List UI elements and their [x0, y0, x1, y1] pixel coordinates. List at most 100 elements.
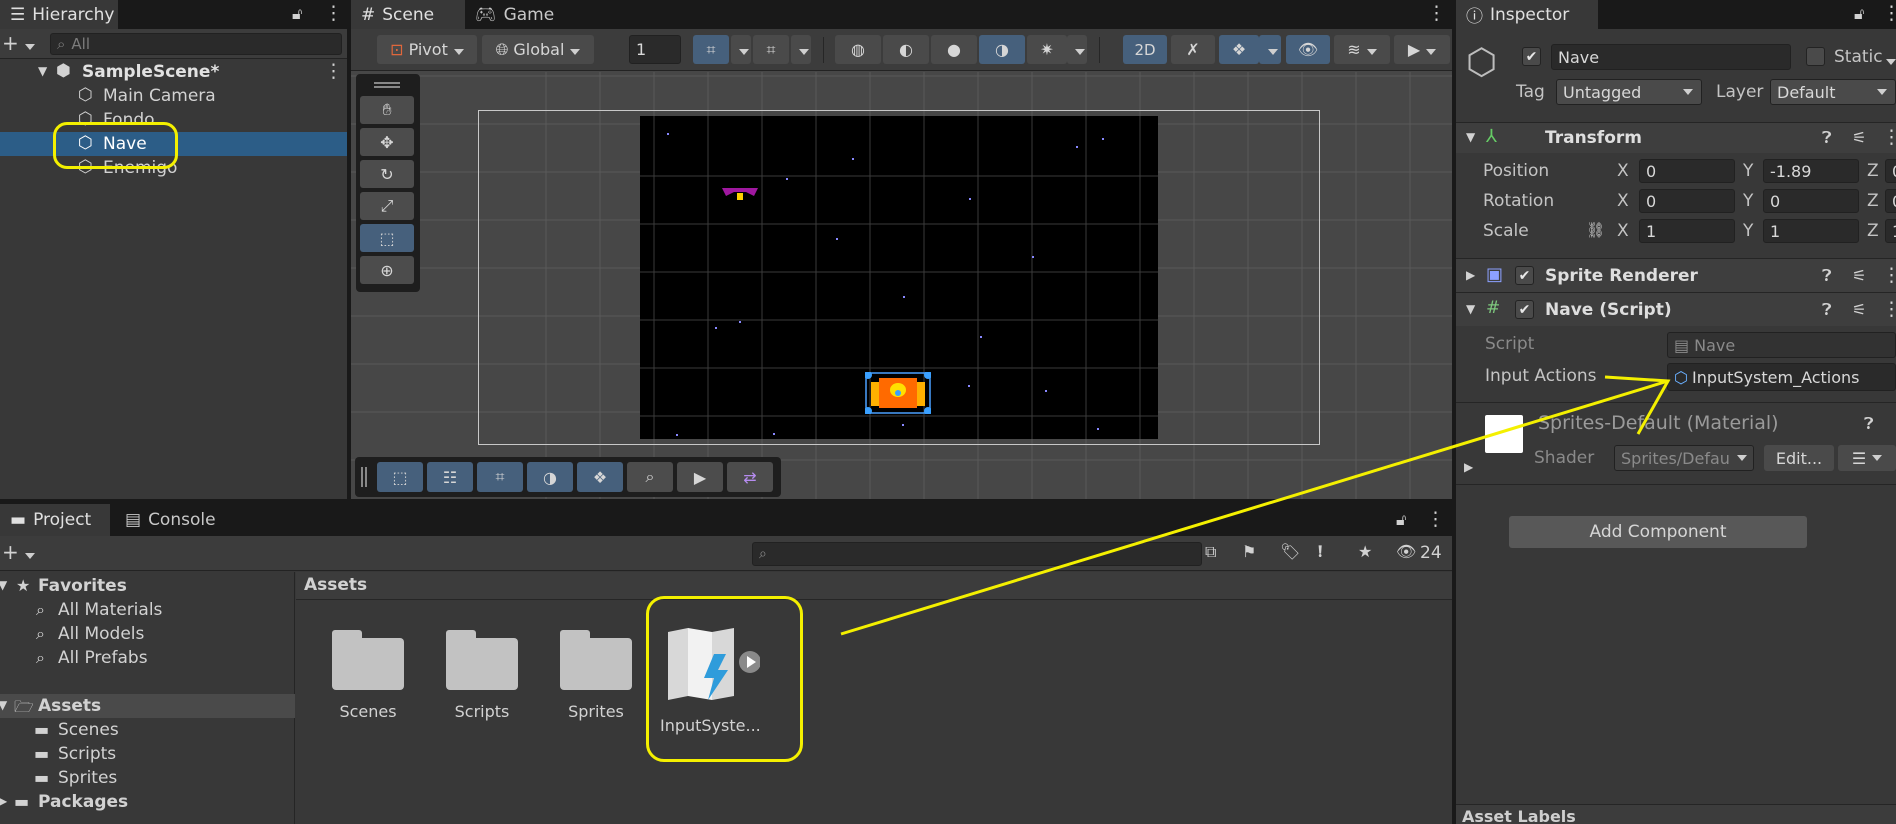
palette-drag-handle[interactable]	[374, 82, 400, 84]
help-icon[interactable]: ❓︎	[1822, 300, 1832, 320]
foldout-arrow-icon[interactable]: ▼	[1466, 302, 1475, 316]
rotate-tool-button[interactable]: ↻	[360, 160, 414, 188]
grid-snap-dropdown[interactable]	[731, 35, 751, 64]
more-menu-icon[interactable]: ⋮	[1882, 2, 1896, 24]
shader-dropdown[interactable]: Sprites/Defau	[1614, 445, 1754, 471]
active-checkbox[interactable]: ✔	[1522, 47, 1541, 66]
position-y-field[interactable]: -1.89	[1763, 159, 1859, 183]
object-name-field[interactable]: Nave	[1551, 44, 1791, 70]
lock-icon[interactable]: 🔓︎	[1396, 510, 1406, 530]
tab-inspector[interactable]: ⓘ Inspector	[1456, 0, 1598, 29]
tab-game[interactable]: 🎮︎ Game	[465, 0, 575, 29]
global-dropdown[interactable]: 🌐︎ Global	[482, 35, 594, 64]
rotation-z-field[interactable]: 0	[1885, 189, 1896, 213]
tab-hierarchy[interactable]: ☰ Hierarchy	[0, 0, 118, 29]
more-menu-icon[interactable]: ⋮	[1427, 2, 1446, 24]
scene-viewport[interactable]: ✋︎ ✥ ↻ ⤢ ⬚ ⊕ ⬚ ☷ ⌗ ◑ ❖ ⌕ ▶ ⇄	[351, 72, 1452, 499]
enemy-sprite[interactable]	[720, 186, 760, 202]
hierarchy-item-main-camera[interactable]: ⬡ Main Camera	[0, 84, 347, 108]
foldout-arrow-icon[interactable]: ▼	[1466, 130, 1475, 144]
rect-tool-button[interactable]: ⬚	[360, 224, 414, 252]
warning-filter-icon[interactable]: ❗︎	[1318, 542, 1322, 562]
lock-icon[interactable]: 🔓︎	[292, 4, 302, 24]
scene-menu-icon[interactable]: ⋮	[324, 60, 343, 82]
presets-icon[interactable]: ⚟	[1852, 300, 1866, 319]
hierarchy-search-input[interactable]: ⌕ All	[50, 33, 342, 55]
tab-console[interactable]: ▤ Console	[115, 504, 235, 536]
presets-icon[interactable]: ⚟	[1852, 128, 1866, 147]
sprite-renderer-enabled-checkbox[interactable]: ✔	[1515, 266, 1534, 285]
foldout-arrow-icon[interactable]: ▶	[0, 794, 7, 808]
debug-draw-button[interactable]: ✷	[1027, 35, 1067, 64]
wireframe-shading-button[interactable]: ◍	[835, 35, 881, 64]
tag-dropdown[interactable]: Untagged	[1556, 79, 1702, 105]
nave-script-enabled-checkbox[interactable]: ✔	[1515, 300, 1534, 319]
position-x-field[interactable]: 0	[1639, 159, 1735, 183]
search-view-button[interactable]: ⌕	[627, 462, 673, 492]
transform-tool-button[interactable]: ⊕	[360, 256, 414, 284]
assets-tree-row[interactable]: ▼ 🗁︎ Assets	[0, 694, 295, 718]
grid-view-button[interactable]: ⌗	[477, 462, 523, 492]
expand-arrow-icon[interactable]: ▼	[38, 64, 47, 78]
favorites-item-all-materials[interactable]: ⌕ All Materials	[0, 598, 295, 622]
tilemap-button[interactable]: ☷	[427, 462, 473, 492]
foldout-arrow-icon[interactable]: ▼	[0, 578, 7, 592]
move-tool-button[interactable]: ✥	[360, 128, 414, 156]
search-window-icon[interactable]: ⧉	[1205, 542, 1216, 562]
increment-snap-button[interactable]: ⌗	[753, 35, 789, 64]
lighting-view-button[interactable]: ◑	[527, 462, 573, 492]
layers-view-button[interactable]: ❖	[577, 462, 623, 492]
shaded-wireframe-button[interactable]: ◐	[883, 35, 929, 64]
scale-y-field[interactable]: 1	[1763, 219, 1859, 243]
lighting-toggle-button[interactable]: ✗	[1171, 35, 1215, 64]
assets-tree-item-scenes[interactable]: ▬ Scenes	[0, 718, 295, 742]
asset-labels-bar[interactable]: Asset Labels	[1456, 804, 1896, 824]
foldout-arrow-icon[interactable]: ▶	[1466, 268, 1475, 282]
material-options-dropdown[interactable]: ☰	[1838, 445, 1896, 471]
component-menu-icon[interactable]: ⋮	[1882, 126, 1896, 148]
grid-snap-button[interactable]: ⌗	[693, 35, 729, 64]
constrain-link-icon[interactable]: ⛓︎	[1586, 221, 1605, 239]
input-actions-field[interactable]: ⬡ InputSystem_Actions	[1667, 363, 1896, 391]
scale-tool-button[interactable]: ⤢	[360, 192, 414, 220]
foldout-arrow-icon[interactable]: ▼	[0, 698, 7, 712]
unlit-button[interactable]: ◑	[979, 35, 1025, 64]
foldout-arrow-icon[interactable]: ▶	[1464, 460, 1473, 474]
material-edit-button[interactable]: Edit...	[1764, 445, 1834, 471]
overlay-drag-handle[interactable]	[361, 467, 363, 487]
layer-dropdown[interactable]: Default	[1770, 79, 1896, 105]
scale-z-field[interactable]: 1	[1885, 219, 1896, 243]
help-icon[interactable]: ❓︎	[1864, 414, 1874, 434]
create-button[interactable]: +	[2, 31, 35, 55]
sprite-renderer-header[interactable]: ▶ ▣ ✔ Sprite Renderer ❓︎ ⚟ ⋮	[1456, 259, 1896, 292]
static-checkbox[interactable]	[1806, 47, 1825, 66]
asset-item-scenes[interactable]: Scenes	[326, 630, 410, 740]
favorites-item-all-prefabs[interactable]: ⌕ All Prefabs	[0, 646, 295, 670]
game-background-sprite[interactable]	[640, 116, 1158, 439]
toggle-2d-button[interactable]: 2D	[1123, 35, 1167, 64]
more-menu-icon[interactable]: ⋮	[1426, 508, 1445, 530]
packages-row[interactable]: ▶ ▬ Packages	[0, 790, 295, 814]
hand-tool-button[interactable]: ✋︎	[360, 96, 414, 124]
tab-project[interactable]: ▬ Project	[0, 504, 110, 536]
component-menu-icon[interactable]: ⋮	[1882, 264, 1896, 286]
more-menu-icon[interactable]: ⋮	[324, 2, 343, 24]
shaded-button[interactable]: ●	[931, 35, 977, 64]
effects-toggle-button[interactable]: ❖	[1219, 35, 1259, 64]
scene-row[interactable]: ▼ ⬢ SampleScene* ⋮	[0, 60, 347, 84]
favorites-item-all-models[interactable]: ⌕ All Models	[0, 622, 295, 646]
create-button[interactable]: +	[2, 540, 35, 564]
assets-tree-item-scripts[interactable]: ▬ Scripts	[0, 742, 295, 766]
favorite-star-icon[interactable]: ★	[1358, 542, 1372, 561]
help-icon[interactable]: ❓︎	[1822, 128, 1832, 148]
debug-draw-dropdown[interactable]	[1067, 35, 1087, 64]
scale-x-field[interactable]: 1	[1639, 219, 1735, 243]
pivot-dropdown[interactable]: ⊡ Pivot	[377, 35, 477, 64]
assets-tree-item-sprites[interactable]: ▬ Sprites	[0, 766, 295, 790]
lock-icon[interactable]: 🔓︎	[1854, 4, 1864, 24]
filter-by-type-icon[interactable]: ⚑	[1242, 542, 1256, 561]
nave-script-header[interactable]: ▼ # ✔ Nave (Script) ❓︎ ⚟ ⋮	[1456, 293, 1896, 326]
presets-icon[interactable]: ⚟	[1852, 266, 1866, 285]
camera-dropdown[interactable]: ▶	[1394, 35, 1450, 64]
layers-dropdown[interactable]: ≋	[1334, 35, 1390, 64]
